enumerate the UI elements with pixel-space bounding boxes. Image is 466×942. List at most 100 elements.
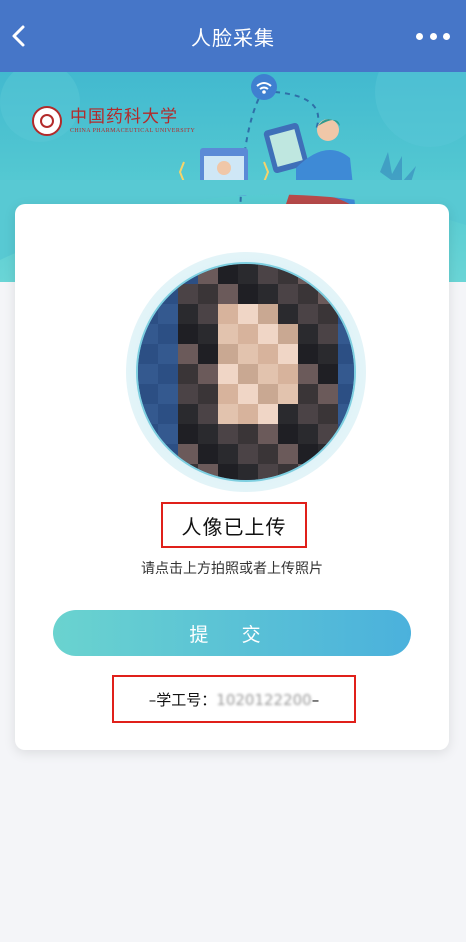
photo-pixel-block [278,444,298,464]
photo-pixel-block [178,344,198,364]
submit-button[interactable]: 提 交 [53,610,411,656]
photo-pixel-block [198,424,218,444]
university-logo: 中国药科大学 CHINA PHARMACEUTICAL UNIVERSITY [32,106,195,136]
photo-pixel-block [178,284,198,304]
photo-pixel-block [318,404,338,424]
photo-pixel-block [278,364,298,384]
photo-pixel-block [298,324,318,344]
photo-pixel-block [178,304,198,324]
photo-pixel-block [338,404,354,424]
photo-pixel-block [178,404,198,424]
photo-pixel-block [298,464,318,480]
university-name-en: CHINA PHARMACEUTICAL UNIVERSITY [70,128,196,134]
photo-pixel-block [158,344,178,364]
photo-pixel-block [258,424,278,444]
photo-pixel-block [338,344,354,364]
photo-pixel-block [198,404,218,424]
photo-pixel-block [298,384,318,404]
photo-pixel-block [178,384,198,404]
photo-pixel-block [238,404,258,424]
photo-pixel-block [318,304,338,324]
page-title: 人脸采集 [191,25,275,50]
student-id-line: –学工号：1020122200– [149,689,319,710]
photo-pixel-block [258,264,278,284]
photo-pixel-block [278,404,298,424]
photo-pixel-block [278,304,298,324]
student-id-label: –学工号： [148,690,217,709]
university-seal-icon [32,106,62,136]
face-photo[interactable] [136,262,356,482]
photo-pixel-block [338,464,354,480]
photo-pixel-block [158,264,178,284]
photo-pixel-block [298,344,318,364]
photo-pixel-block [318,464,338,480]
photo-pixel-block [178,424,198,444]
photo-pixel-block [178,444,198,464]
photo-pixel-block [198,324,218,344]
photo-pixel-block [138,284,158,304]
photo-pixel-block [318,324,338,344]
photo-pixel-block [278,324,298,344]
photo-pixel-block [198,284,218,304]
upload-status: 人像已上传 [181,514,287,539]
photo-pixel-block [138,444,158,464]
photo-pixel-block [198,384,218,404]
photo-pixel-block [158,424,178,444]
photo-pixel-block [258,364,278,384]
photo-pixel-block [298,424,318,444]
photo-pixel-block [218,464,238,480]
photo-pixel-block [158,444,178,464]
photo-pixel-block [338,424,354,444]
chevron-left-icon[interactable] [6,22,34,50]
photo-pixel-block [258,404,278,424]
photo-pixel-block [238,424,258,444]
photo-pixel-block [138,404,158,424]
photo-pixel-block [338,264,354,284]
photo-pixel-block [258,324,278,344]
photo-pixel-block [298,304,318,324]
university-name-cn: 中国药科大学 [70,107,178,127]
photo-pixel-block [158,464,178,480]
photo-pixel-block [278,284,298,304]
photo-pixel-block [298,404,318,424]
student-id-highlight: –学工号：1020122200– [112,675,356,723]
photo-pixel-block [198,364,218,384]
photo-pixel-block [338,324,354,344]
photo-pixel-block [158,364,178,384]
photo-pixel-block [218,364,238,384]
photo-pixel-block [138,424,158,444]
photo-pixel-block [238,264,258,284]
photo-pixel-block [318,264,338,284]
photo-pixel-block [198,444,218,464]
photo-pixel-block [238,364,258,384]
more-dot-icon [429,32,437,40]
more-dot-icon [443,32,450,40]
photo-pixel-block [298,444,318,464]
photo-pixel-block [198,304,218,324]
photo-pixel-block [198,264,218,284]
photo-pixel-block [258,464,278,480]
photo-pixel-block [238,344,258,364]
photo-pixel-block [178,324,198,344]
photo-pixel-block [318,384,338,404]
photo-pixel-block [218,304,238,324]
photo-pixel-block [278,424,298,444]
photo-pixel-block [258,304,278,324]
more-dot-icon [416,32,423,40]
photo-pixel-block [258,384,278,404]
photo-pixel-block [218,264,238,284]
photo-pixel-block [138,384,158,404]
photo-pixel-block [238,444,258,464]
photo-pixel-block [158,404,178,424]
photo-pixel-block [338,304,354,324]
photo-pixel-block [218,444,238,464]
photo-pixel-block [318,344,338,364]
more-options-button[interactable] [416,28,450,44]
photo-pixel-block [138,304,158,324]
photo-pixel-block [138,324,158,344]
photo-pixel-block [218,324,238,344]
photo-pixel-block [178,364,198,384]
status-highlight: 人像已上传 [161,502,307,548]
photo-pixel-block [318,364,338,384]
photo-pixel-block [338,444,354,464]
